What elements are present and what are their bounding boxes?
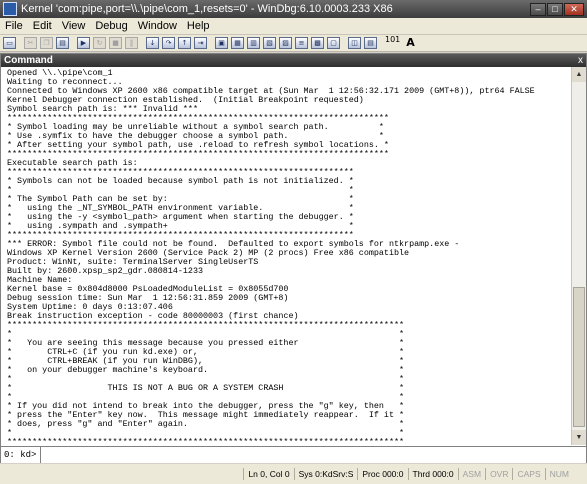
watch-window-icon[interactable]: ▦ [231, 37, 244, 49]
restart-icon[interactable]: ↻ [93, 37, 106, 49]
maximize-button[interactable]: □ [547, 2, 563, 16]
status-thread: Thrd 000:0 [407, 468, 458, 480]
status-system: Sys 0:KdSrv:S [293, 468, 358, 480]
status-ovr: OVR [485, 468, 512, 480]
step-into-icon[interactable]: ↓ [146, 37, 159, 49]
windbg-app-icon [3, 2, 17, 16]
menu-file[interactable]: File [0, 20, 28, 32]
window-controls: – □ ✕ [530, 2, 584, 16]
status-process: Proc 000:0 [357, 468, 407, 480]
local-settings-icon[interactable]: ▤ [364, 37, 377, 49]
menu-window[interactable]: Window [133, 20, 182, 32]
go-icon[interactable]: ▶ [77, 37, 90, 49]
cut-icon[interactable]: ✂ [24, 37, 37, 49]
disassembly-window-icon[interactable]: ▩ [311, 37, 324, 49]
font-icon[interactable]: A [403, 37, 418, 49]
command-window-icon[interactable]: ▣ [215, 37, 228, 49]
kd-prompt: 0: kd> [1, 447, 41, 463]
stop-debugging-icon[interactable]: ■ [109, 37, 122, 49]
window-title: Kernel 'com:pipe,port=\\.\pipe\com_1,res… [21, 3, 393, 15]
scroll-down-icon[interactable]: ▼ [572, 430, 586, 445]
scrollbar-thumb[interactable] [573, 287, 585, 427]
paste-icon[interactable]: ▤ [56, 37, 69, 49]
command-output-text: Opened \\.\pipe\com_1 Waiting to reconne… [7, 68, 535, 446]
open-folder-icon[interactable]: ▭ [3, 37, 16, 49]
break-icon[interactable]: ‖ [125, 37, 138, 49]
menu-edit[interactable]: Edit [28, 20, 57, 32]
command-line: 0: kd> [1, 446, 586, 463]
status-caps: CAPS [512, 468, 544, 480]
step-over-icon[interactable]: ↷ [162, 37, 175, 49]
source-mode-icon[interactable]: 101 [385, 36, 400, 49]
copy-icon[interactable]: ❐ [40, 37, 53, 49]
status-num: NUM [544, 468, 573, 480]
command-window-header: Command x [1, 54, 586, 67]
locals-window-icon[interactable]: ▥ [247, 37, 260, 49]
menu-bar: File Edit View Debug Window Help [0, 18, 587, 35]
close-button[interactable]: ✕ [564, 2, 584, 16]
command-output[interactable]: Opened \\.\pipe\com_1 Waiting to reconne… [1, 67, 571, 445]
command-window-close-icon[interactable]: x [578, 54, 583, 67]
command-window: Command x Opened \\.\pipe\com_1 Waiting … [0, 53, 587, 463]
run-to-cursor-icon[interactable]: ⇥ [194, 37, 207, 49]
menu-debug[interactable]: Debug [90, 20, 132, 32]
status-line-col: Ln 0, Col 0 [243, 468, 293, 480]
menu-view[interactable]: View [57, 20, 91, 32]
scroll-up-icon[interactable]: ▲ [572, 67, 586, 82]
status-asm: ASM [457, 468, 485, 480]
step-out-icon[interactable]: ↑ [178, 37, 191, 49]
registers-window-icon[interactable]: ▧ [263, 37, 276, 49]
minimize-button[interactable]: – [530, 2, 546, 16]
memory-window-icon[interactable]: ▨ [279, 37, 292, 49]
processes-threads-icon[interactable]: ◫ [348, 37, 361, 49]
status-bar: Ln 0, Col 0 Sys 0:KdSrv:S Proc 000:0 Thr… [0, 464, 587, 484]
title-bar: Kernel 'com:pipe,port=\\.\pipe\com_1,res… [0, 0, 587, 18]
scratch-pad-icon[interactable]: ▢ [327, 37, 340, 49]
command-window-title: Command [4, 55, 53, 66]
call-stack-icon[interactable]: ≡ [295, 37, 308, 49]
toolbar: ▭ ✂ ❐ ▤ ▶ ↻ ■ ‖ ↓ ↷ ↑ ⇥ ▣ ▦ ▥ ▧ ▨ ≡ ▩ ▢ … [0, 35, 587, 52]
command-input[interactable] [41, 447, 586, 463]
menu-help[interactable]: Help [182, 20, 215, 32]
output-scrollbar[interactable]: ▲ ▼ [571, 67, 586, 445]
